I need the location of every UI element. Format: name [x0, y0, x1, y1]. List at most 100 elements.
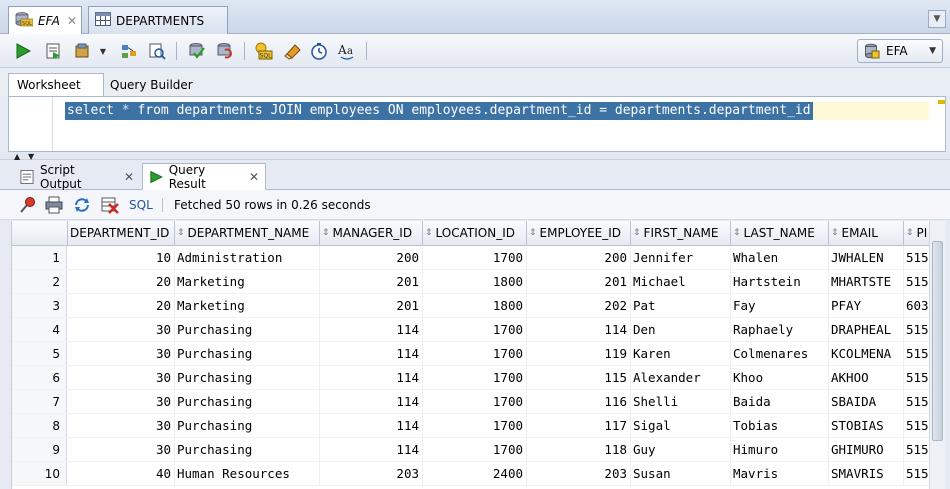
grid-cell[interactable]: 2400	[423, 462, 527, 486]
grid-cell[interactable]: GHIMURO	[829, 438, 904, 462]
grid-cell[interactable]: 119	[527, 342, 631, 366]
grid-cell[interactable]: Purchasing	[175, 342, 320, 366]
grid-cell[interactable]: 114	[320, 342, 423, 366]
grid-cell[interactable]: 1700	[423, 390, 527, 414]
grid-cell[interactable]: 30	[68, 438, 175, 462]
grid-cell[interactable]: Administration	[175, 246, 320, 270]
grid-cell[interactable]: PFAY	[829, 294, 904, 318]
grid-cell[interactable]: Sigal	[631, 414, 731, 438]
query-result-grid[interactable]: DEPARTMENT_ID ⇕ DEPARTMENT_NAME ⇕ MANAGER_ID…	[11, 221, 929, 489]
row-number[interactable]: 5	[12, 342, 67, 366]
grid-cell[interactable]: 515	[904, 246, 929, 270]
grid-cell[interactable]: 1700	[423, 318, 527, 342]
grid-cell[interactable]: Den	[631, 318, 731, 342]
grid-cell[interactable]: 515	[904, 438, 929, 462]
grid-cell[interactable]: Colmenares	[731, 342, 829, 366]
grid-cell[interactable]: 515	[904, 318, 929, 342]
grid-cell[interactable]: KCOLMENA	[829, 342, 904, 366]
tab-departments[interactable]: DEPARTMENTS	[88, 6, 228, 34]
autotrace-dropdown[interactable]: ▼	[96, 40, 110, 62]
grid-cell[interactable]: 515	[904, 270, 929, 294]
grid-cell[interactable]: Purchasing	[175, 366, 320, 390]
row-number[interactable]: 3	[12, 294, 67, 318]
column-header-employee-id[interactable]: ⇕ EMPLOYEE_ID	[527, 221, 631, 246]
grid-cell[interactable]: Raphaely	[731, 318, 829, 342]
grid-cell[interactable]: 1700	[423, 366, 527, 390]
grid-cell[interactable]: 200	[320, 246, 423, 270]
rollback-button[interactable]	[214, 40, 236, 62]
tab-worksheet[interactable]: Worksheet	[8, 73, 104, 96]
row-number[interactable]: 9	[12, 438, 67, 462]
grid-cell[interactable]: 200	[527, 246, 631, 270]
close-icon[interactable]: ✕	[249, 170, 259, 184]
tab-list-dropdown[interactable]: ▼	[928, 10, 946, 28]
grid-cell[interactable]: 118	[527, 438, 631, 462]
grid-cell[interactable]: 515	[904, 414, 929, 438]
sort-icon[interactable]: ⇕	[733, 228, 741, 238]
grid-cell[interactable]: AKHOO	[829, 366, 904, 390]
grid-cell[interactable]: 515	[904, 462, 929, 486]
refresh-button[interactable]	[72, 195, 92, 215]
grid-cell[interactable]: 603	[904, 294, 929, 318]
grid-cell[interactable]: Tobias	[731, 414, 829, 438]
pane-splitter[interactable]: ▲ ▼	[0, 152, 950, 161]
column-header-email[interactable]: ⇕ EMAIL	[829, 221, 904, 246]
grid-cell[interactable]: Jennifer	[631, 246, 731, 270]
grid-cell[interactable]: Human Resources	[175, 462, 320, 486]
grid-cell[interactable]: 115	[527, 366, 631, 390]
sql-link[interactable]: SQL	[129, 198, 153, 212]
grid-cell[interactable]: 1700	[423, 414, 527, 438]
grid-cell[interactable]: Pat	[631, 294, 731, 318]
row-number[interactable]: 7	[12, 390, 67, 414]
grid-cell[interactable]: 117	[527, 414, 631, 438]
grid-cell[interactable]: 114	[527, 318, 631, 342]
grid-cell[interactable]: DRAPHEAL	[829, 318, 904, 342]
grid-cell[interactable]: 515	[904, 366, 929, 390]
overview-marker[interactable]	[938, 100, 945, 104]
row-number[interactable]: 4	[12, 318, 67, 342]
grid-cell[interactable]: Khoo	[731, 366, 829, 390]
row-number[interactable]: 1	[12, 246, 67, 270]
grid-cell[interactable]: 20	[68, 270, 175, 294]
grid-cell[interactable]: SMAVRIS	[829, 462, 904, 486]
run-statement-button[interactable]	[12, 40, 34, 62]
column-header-first-name[interactable]: ⇕ FIRST_NAME	[631, 221, 731, 246]
clear-button[interactable]	[282, 40, 304, 62]
sql-tuning-advisor-button[interactable]	[146, 40, 168, 62]
column-header-department-name[interactable]: ⇕ DEPARTMENT_NAME	[175, 221, 320, 246]
print-button[interactable]	[44, 195, 64, 215]
grid-cell[interactable]: 30	[68, 318, 175, 342]
grid-cell[interactable]: 1700	[423, 438, 527, 462]
tab-script-output[interactable]: Script Output ✕	[14, 163, 140, 191]
column-header-department-id[interactable]: DEPARTMENT_ID	[68, 221, 175, 246]
grid-cell[interactable]: 40	[68, 462, 175, 486]
close-icon[interactable]: ✕	[124, 170, 134, 184]
column-header-pi[interactable]: ⇕ PI	[904, 221, 929, 246]
connection-select[interactable]: EFA ▼	[857, 39, 943, 63]
grid-cell[interactable]: Hartstein	[731, 270, 829, 294]
grid-cell[interactable]: 114	[320, 438, 423, 462]
sort-icon[interactable]: ⇕	[425, 228, 433, 238]
grid-cell[interactable]: 116	[527, 390, 631, 414]
grid-cell[interactable]: 1800	[423, 294, 527, 318]
grid-cell[interactable]: 20	[68, 294, 175, 318]
grid-cell[interactable]: Susan	[631, 462, 731, 486]
grid-cell[interactable]: Purchasing	[175, 438, 320, 462]
grid-cell[interactable]: Mavris	[731, 462, 829, 486]
grid-cell[interactable]: JWHALEN	[829, 246, 904, 270]
grid-cell[interactable]: 114	[320, 366, 423, 390]
sql-editor[interactable]: select * from departments JOIN employees…	[8, 96, 946, 152]
grid-cell[interactable]: Fay	[731, 294, 829, 318]
grid-cell[interactable]: 1700	[423, 246, 527, 270]
close-icon[interactable]: ✕	[67, 14, 77, 28]
grid-cell[interactable]: 30	[68, 390, 175, 414]
grid-cell[interactable]: 114	[320, 390, 423, 414]
tab-efa-worksheet[interactable]: SQL EFA ✕	[8, 6, 82, 34]
grid-cell[interactable]: Baida	[731, 390, 829, 414]
grid-cell[interactable]: Purchasing	[175, 414, 320, 438]
grid-cell[interactable]: Michael	[631, 270, 731, 294]
sql-history-button[interactable]	[308, 40, 330, 62]
grid-cell[interactable]: 1700	[423, 342, 527, 366]
explain-plan-button[interactable]	[118, 40, 140, 62]
grid-cell[interactable]: 114	[320, 318, 423, 342]
